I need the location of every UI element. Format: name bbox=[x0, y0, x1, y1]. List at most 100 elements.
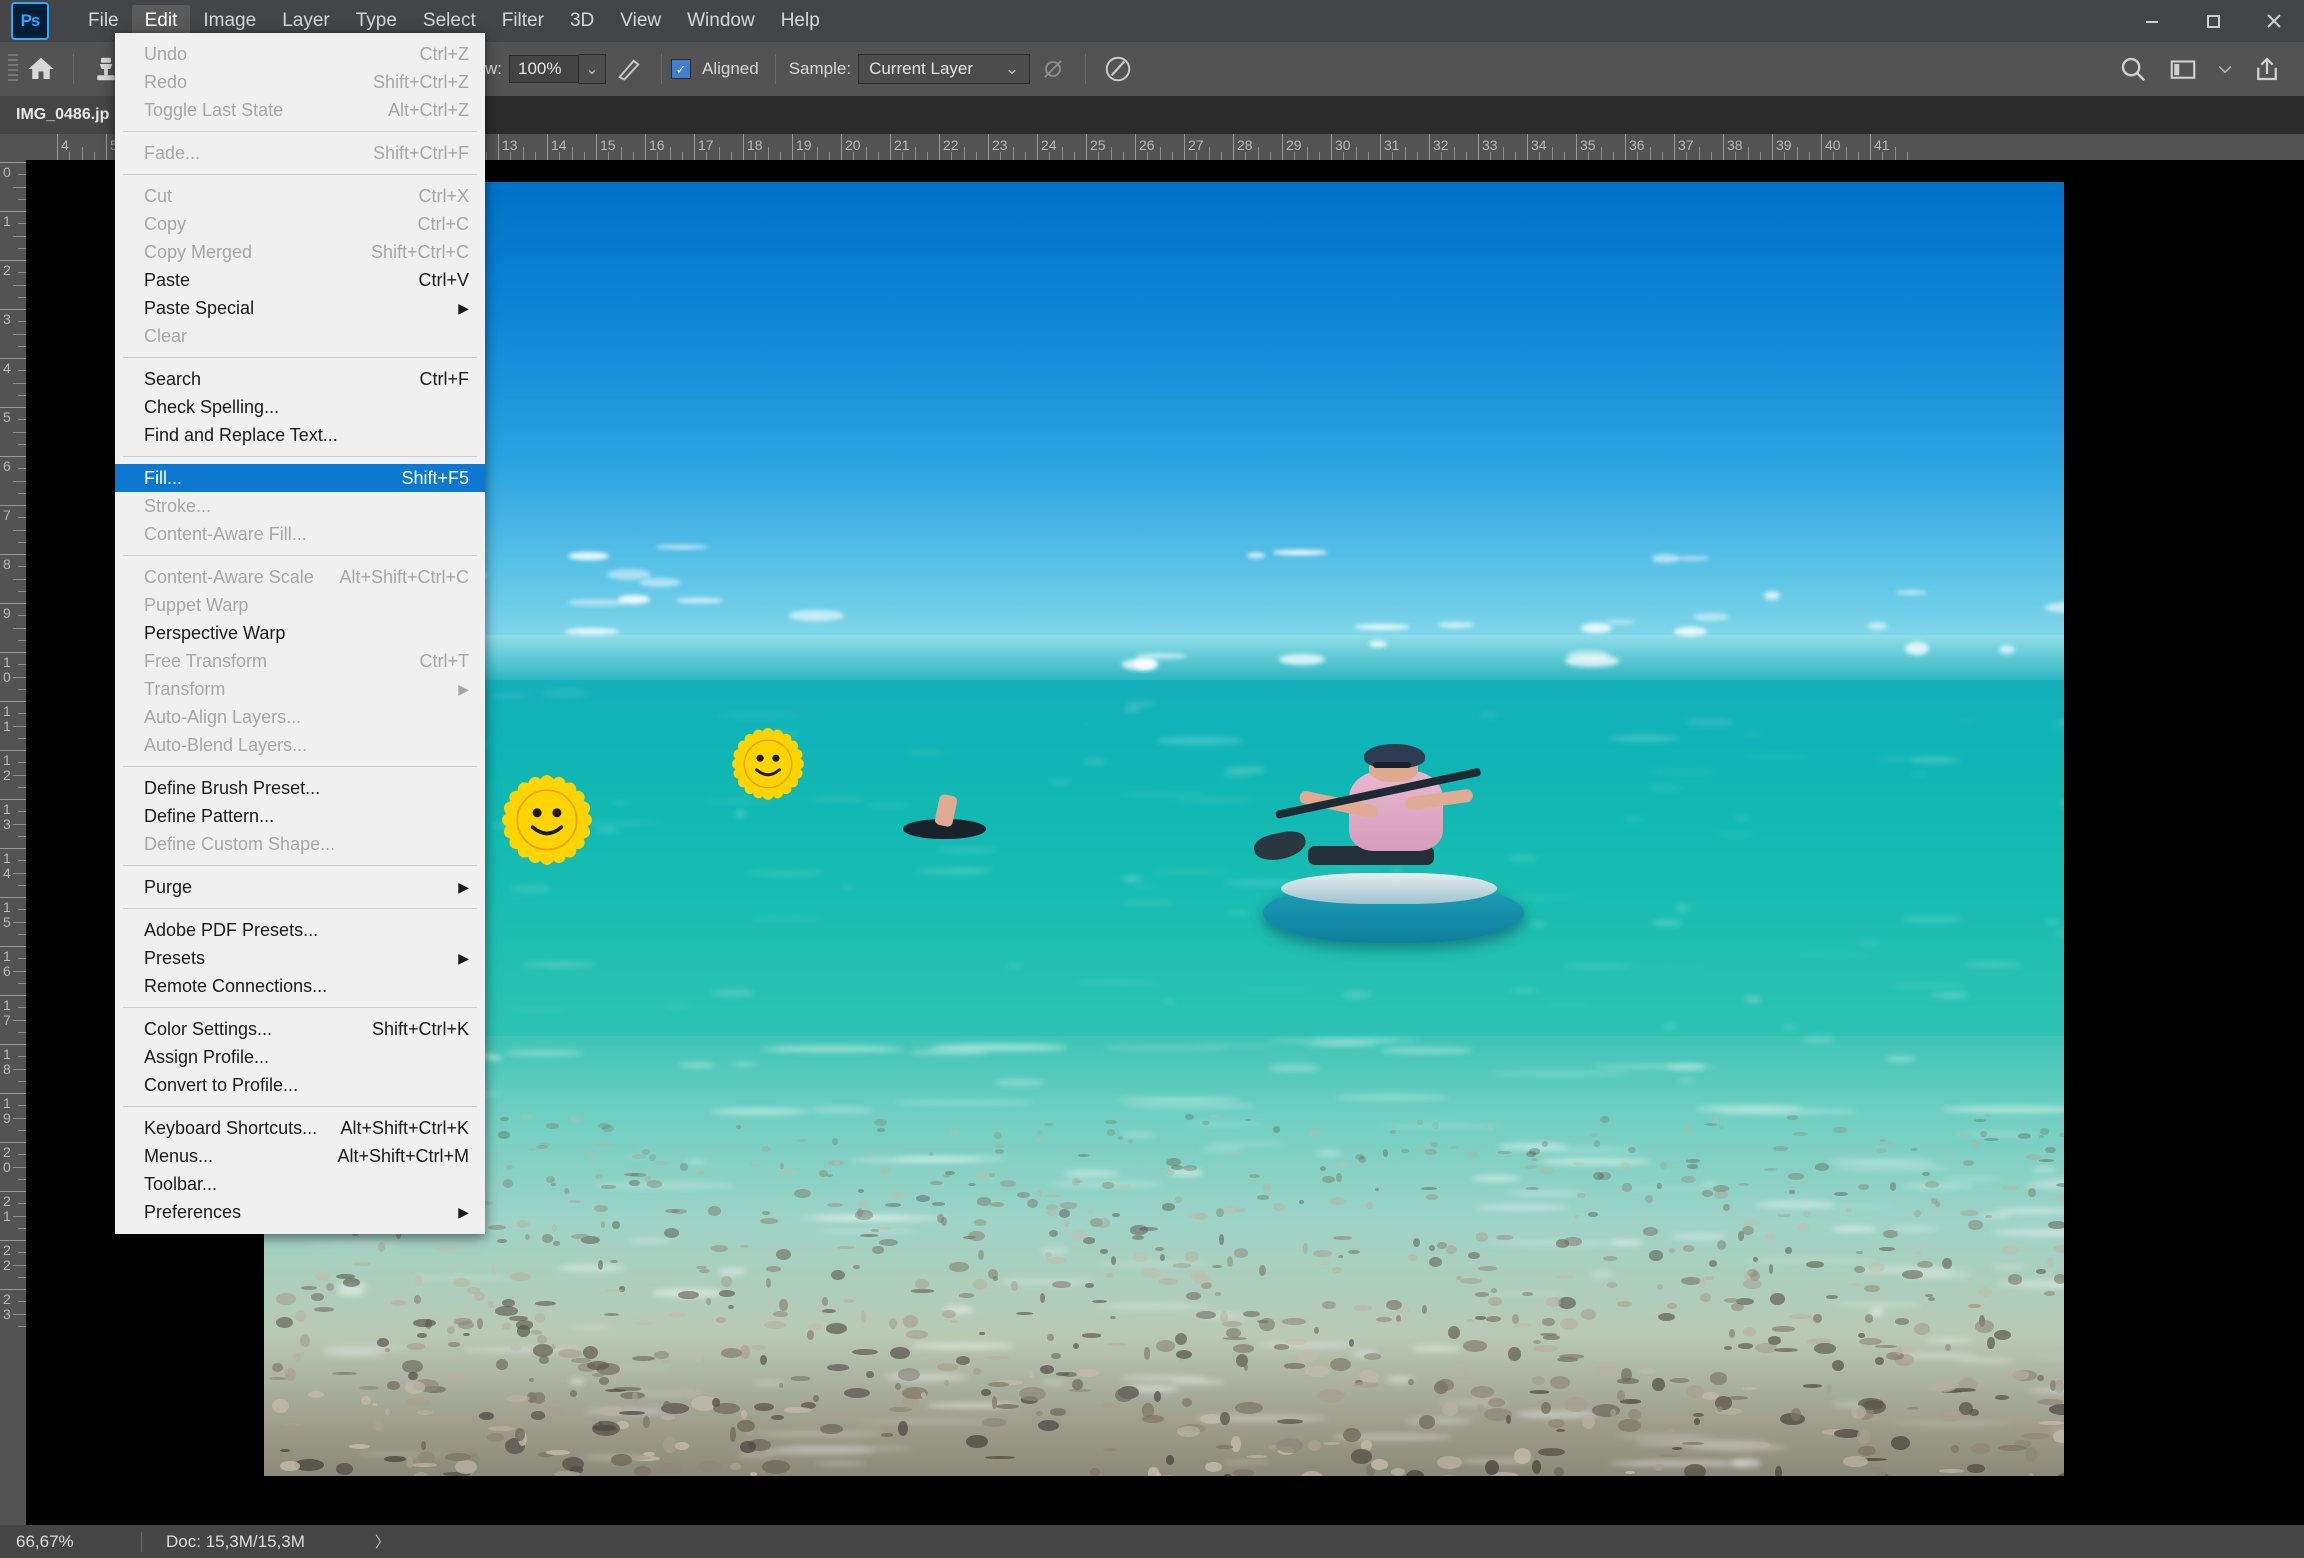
smiley-sticker-1 bbox=[501, 774, 592, 865]
pebble bbox=[776, 1249, 792, 1260]
pebble bbox=[1813, 1342, 1836, 1354]
menu-3d[interactable]: 3D bbox=[557, 5, 607, 37]
pebble bbox=[1858, 1337, 1882, 1346]
menu-help[interactable]: Help bbox=[768, 5, 833, 37]
minimize-button[interactable] bbox=[2121, 0, 2182, 42]
aligned-checkbox-group[interactable]: ✓ Aligned bbox=[670, 59, 766, 79]
menu-item-perspective-warp[interactable]: Perspective Warp bbox=[115, 619, 485, 647]
ruler-subtick bbox=[1171, 152, 1173, 160]
close-button[interactable] bbox=[2243, 0, 2304, 42]
pebble bbox=[1533, 1344, 1559, 1352]
edit-menu-dropdown[interactable]: Undo Ctrl+Z Redo Shift+Ctrl+Z Toggle Last St… bbox=[115, 33, 485, 1234]
flow-input[interactable]: 100% bbox=[508, 55, 579, 83]
menu-item-assign-profile[interactable]: Assign Profile... bbox=[115, 1043, 485, 1071]
pebble bbox=[1343, 1427, 1362, 1442]
ruler-label: 18 bbox=[747, 137, 763, 153]
status-expand-icon[interactable]: 〉 bbox=[375, 1531, 390, 1552]
ruler-subtick bbox=[559, 152, 561, 160]
pebble bbox=[965, 1434, 988, 1449]
ruler-label: 21 bbox=[3, 1193, 11, 1224]
ruler-subtick bbox=[69, 152, 71, 160]
pebble bbox=[826, 1203, 843, 1207]
menu-item-toolbar[interactable]: Toolbar... bbox=[115, 1170, 485, 1198]
pebble bbox=[1924, 1294, 1933, 1297]
sample-select[interactable]: Current Layer ⌄ bbox=[858, 54, 1031, 84]
menu-item-presets[interactable]: Presets ▶ bbox=[115, 944, 485, 972]
photoshop-logo-icon: Ps bbox=[11, 2, 49, 40]
ruler-label: 30 bbox=[1335, 137, 1351, 153]
pebble bbox=[2059, 1132, 2064, 1138]
search-icon[interactable] bbox=[2110, 46, 2156, 92]
pebble bbox=[1046, 1333, 1054, 1342]
airbrush-icon[interactable] bbox=[606, 46, 652, 92]
share-icon[interactable] bbox=[2244, 46, 2290, 92]
menu-item-shortcut: Ctrl+C bbox=[417, 213, 469, 234]
wave-highlight bbox=[738, 1452, 776, 1458]
pebble bbox=[538, 1356, 549, 1365]
pebble bbox=[407, 1342, 426, 1350]
wave-highlight bbox=[594, 827, 619, 833]
pebble bbox=[982, 1418, 1007, 1427]
home-icon[interactable] bbox=[18, 46, 64, 92]
menu-item-check-spelling[interactable]: Check Spelling... bbox=[115, 393, 485, 421]
menu-item-preferences[interactable]: Preferences ▶ bbox=[115, 1198, 485, 1226]
pebble bbox=[1235, 1401, 1263, 1415]
ignore-adjustment-layers-icon[interactable] bbox=[1030, 46, 1076, 92]
pebble bbox=[1018, 1386, 1046, 1401]
menu-item-label: Define Brush Preset... bbox=[144, 777, 321, 798]
pebble bbox=[536, 1334, 547, 1344]
menu-item-adobe-pdf-presets[interactable]: Adobe PDF Presets... bbox=[115, 916, 485, 944]
menu-item-menus[interactable]: Menus... Alt+Shift+Ctrl+M bbox=[115, 1142, 485, 1170]
pebble bbox=[1671, 1447, 1683, 1450]
pebble bbox=[1967, 1464, 1985, 1473]
menu-item-auto-align-layers: Auto-Align Layers... bbox=[115, 703, 485, 731]
menu-item-keyboard-shortcuts[interactable]: Keyboard Shortcuts... Alt+Shift+Ctrl+K bbox=[115, 1114, 485, 1142]
zoom-level[interactable]: 66,67% bbox=[0, 1532, 141, 1552]
vertical-ruler[interactable]: 0 1 2 3 4 5 6 7 8 9 10 11 12 13 14 15 16 17 18 19 20 21 22 23 bbox=[0, 160, 27, 1525]
pebble bbox=[697, 1460, 723, 1472]
flow-caret-icon[interactable]: ⌄ bbox=[578, 54, 606, 84]
ruler-subtick bbox=[13, 1215, 26, 1217]
menu-filter[interactable]: Filter bbox=[489, 5, 557, 37]
pebble bbox=[1812, 1314, 1823, 1323]
menu-view[interactable]: View bbox=[607, 5, 674, 37]
ruler-subtick bbox=[1563, 152, 1565, 160]
pebble bbox=[515, 1320, 533, 1330]
pebble bbox=[284, 1367, 296, 1382]
menu-item-shortcut: Alt+Shift+Ctrl+M bbox=[337, 1145, 469, 1166]
pebble bbox=[928, 1152, 935, 1156]
workspace-icon[interactable] bbox=[2160, 46, 2206, 92]
menu-item-auto-blend-layers: Auto-Blend Layers... bbox=[115, 731, 485, 759]
options-bar-grip[interactable] bbox=[8, 54, 18, 84]
pebble bbox=[955, 1355, 970, 1365]
menu-item-paste[interactable]: Paste Ctrl+V bbox=[115, 266, 485, 294]
menu-item-purge[interactable]: Purge ▶ bbox=[115, 873, 485, 901]
menu-item-define-pattern[interactable]: Define Pattern... bbox=[115, 802, 485, 830]
pebble bbox=[1454, 1366, 1470, 1378]
pebble bbox=[283, 1422, 301, 1427]
aligned-checkbox[interactable]: ✓ bbox=[670, 59, 691, 79]
menu-window[interactable]: Window bbox=[674, 5, 768, 37]
menu-item-color-settings[interactable]: Color Settings... Shift+Ctrl+K bbox=[115, 1015, 485, 1043]
pebble bbox=[1322, 1300, 1337, 1309]
menu-item-convert-to-profile[interactable]: Convert to Profile... bbox=[115, 1071, 485, 1099]
chevron-down-icon[interactable] bbox=[2210, 46, 2240, 92]
document-image[interactable] bbox=[264, 182, 2064, 1476]
menu-item-define-brush-preset[interactable]: Define Brush Preset... bbox=[115, 774, 485, 802]
wave-highlight bbox=[324, 1345, 407, 1351]
menu-item-remote-connections[interactable]: Remote Connections... bbox=[115, 972, 485, 1000]
pebble bbox=[411, 1462, 438, 1467]
menu-item-find-and-replace-text[interactable]: Find and Replace Text... bbox=[115, 421, 485, 449]
pebble bbox=[592, 1425, 616, 1431]
maximize-button[interactable] bbox=[2182, 0, 2243, 42]
menu-item-fill[interactable]: Fill... Shift+F5 bbox=[115, 464, 485, 492]
document-tab[interactable]: IMG_0486.jp bbox=[0, 96, 127, 134]
pressure-size-icon[interactable] bbox=[1095, 46, 1141, 92]
pebble bbox=[1247, 1454, 1267, 1458]
menu-item-search[interactable]: Search Ctrl+F bbox=[115, 365, 485, 393]
pebble bbox=[1470, 1386, 1494, 1398]
pebble bbox=[604, 1312, 620, 1316]
pebble bbox=[765, 1277, 771, 1289]
menu-item-paste-special[interactable]: Paste Special ▶ bbox=[115, 294, 485, 322]
pebble bbox=[1143, 1347, 1151, 1360]
